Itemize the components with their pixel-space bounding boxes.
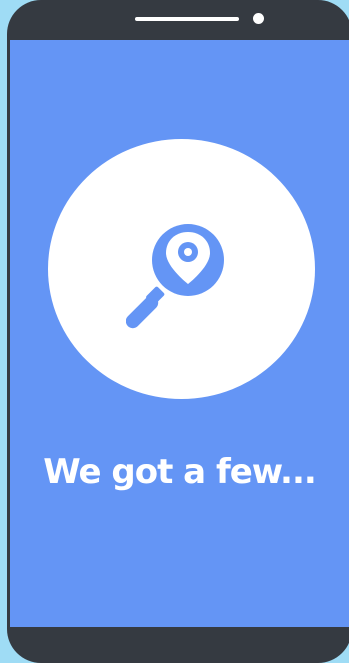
speaker-slot [135, 17, 239, 21]
front-camera [253, 13, 264, 24]
magnifier-location-pin-icon [126, 224, 224, 329]
headline-text: We got a few... [43, 452, 317, 492]
